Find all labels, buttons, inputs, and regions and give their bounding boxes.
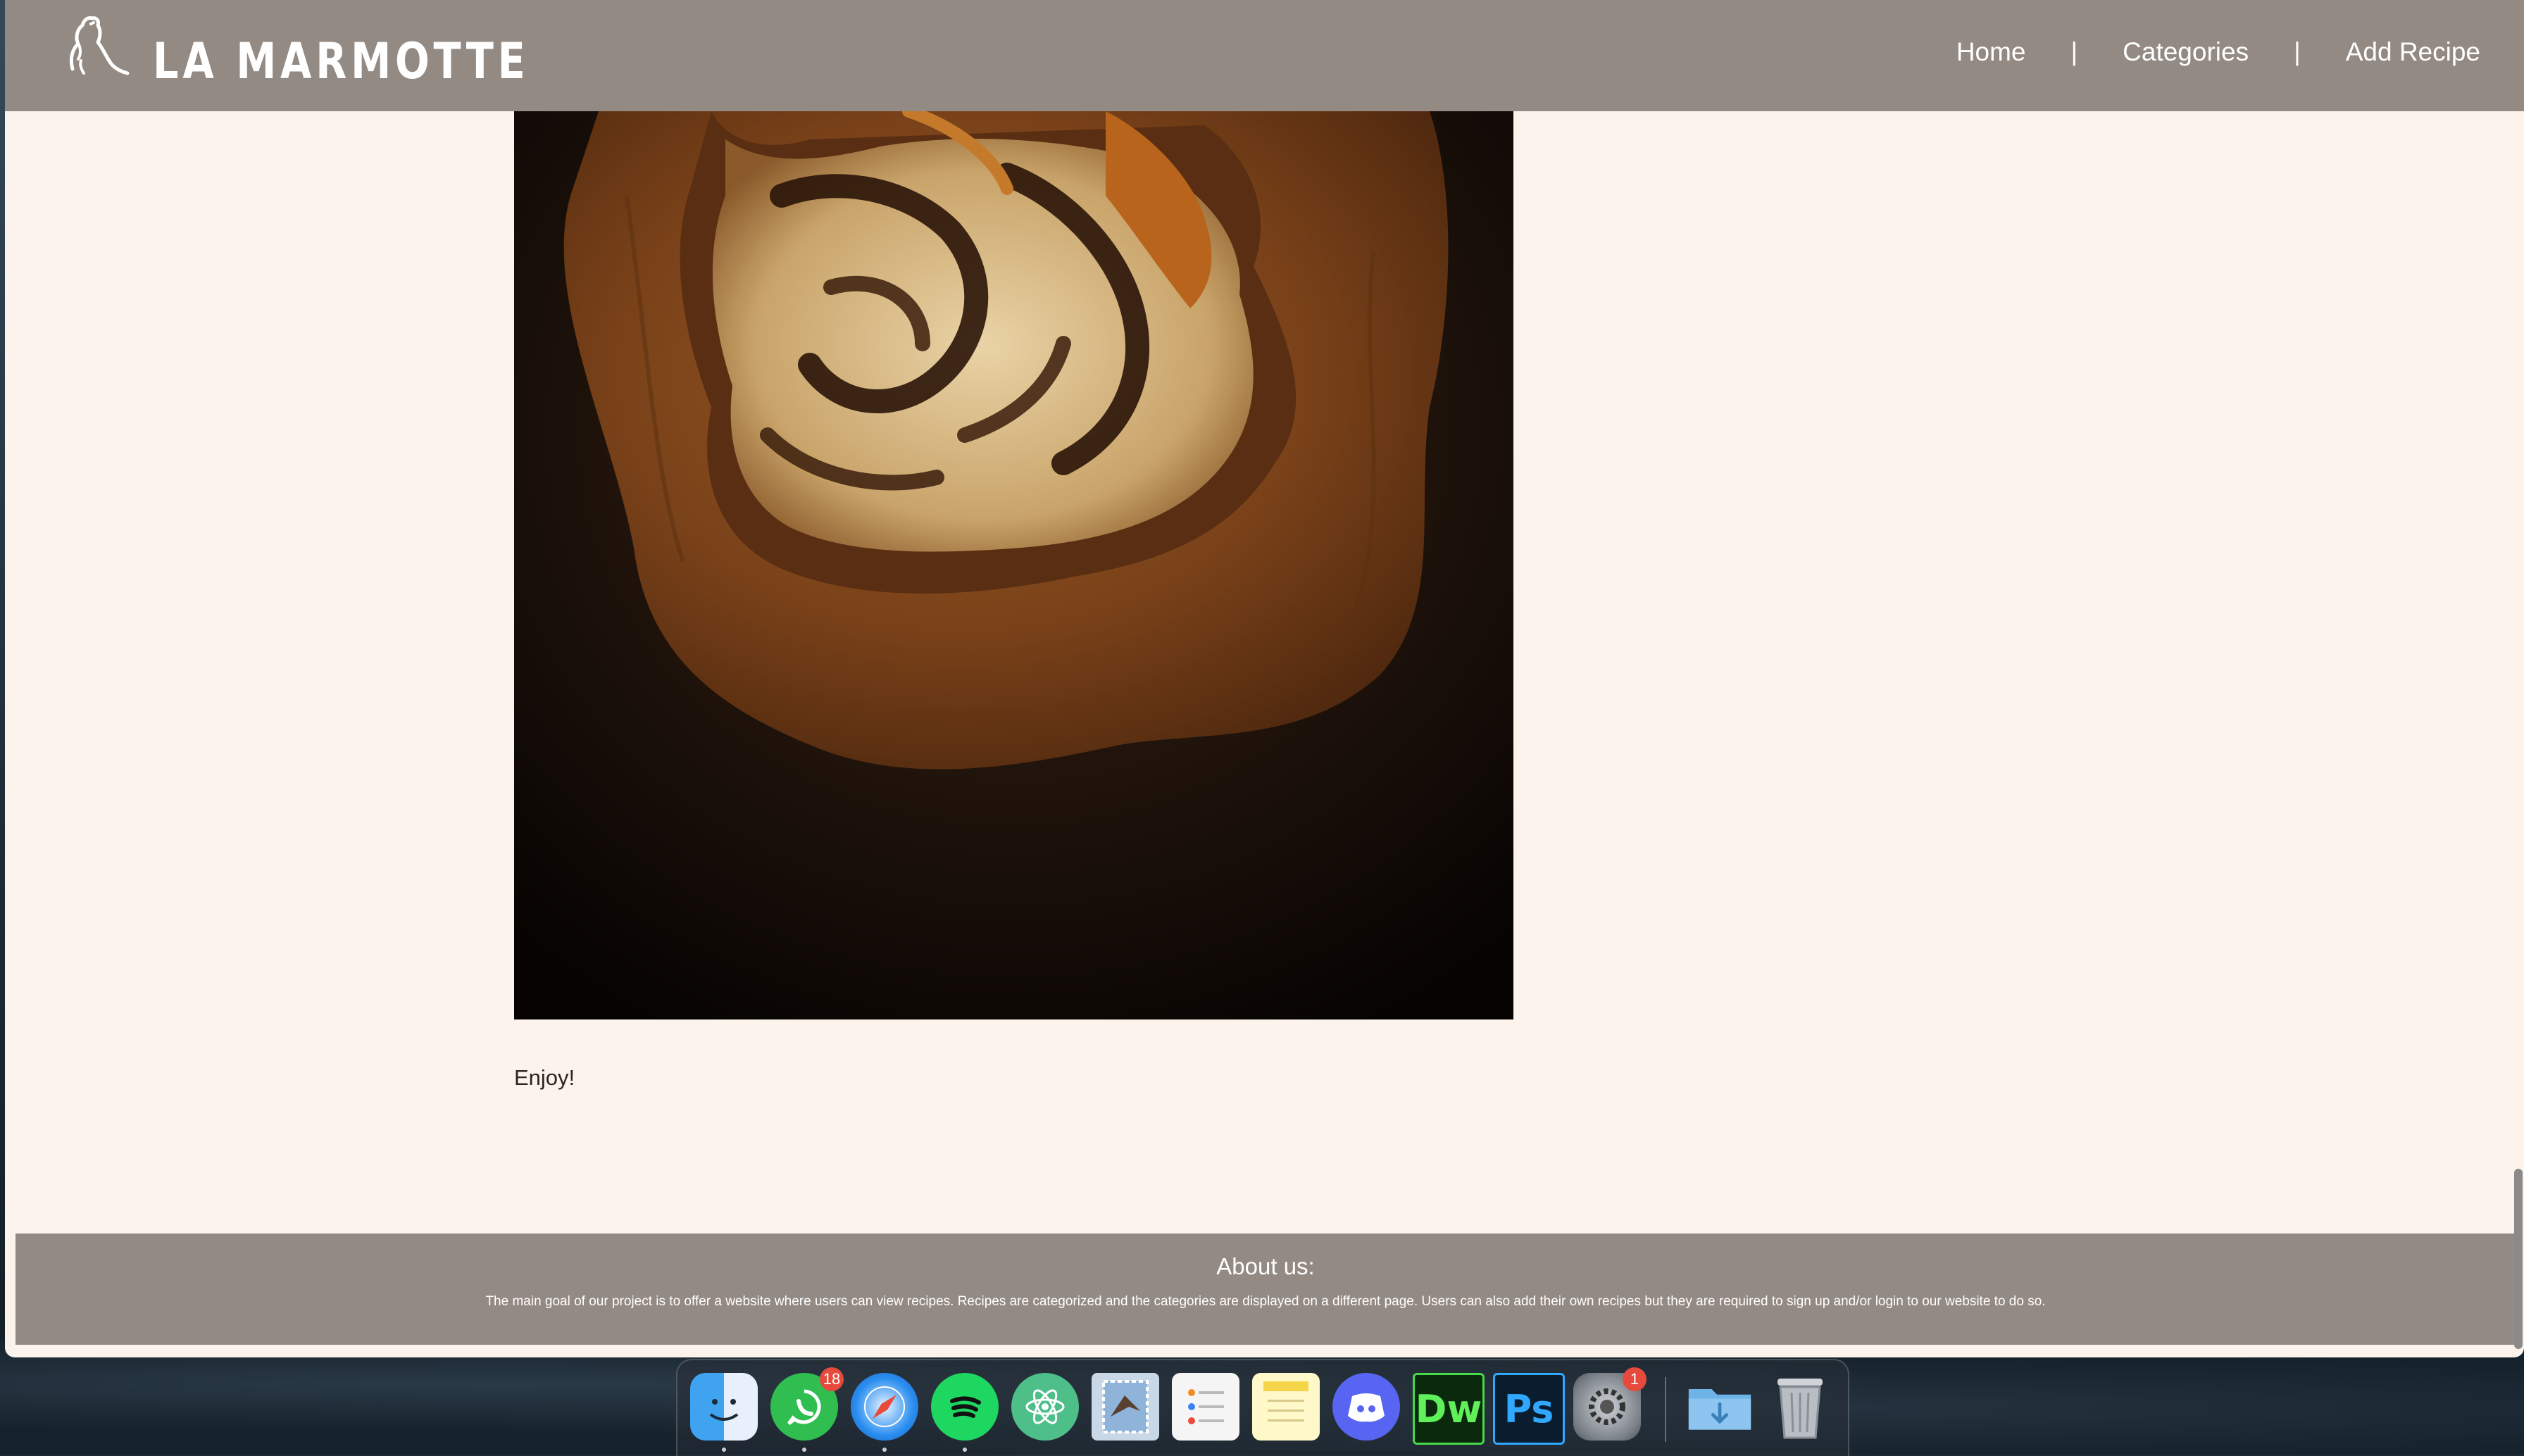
footer-title: About us: (1216, 1253, 1315, 1279)
recipe-closing-text: Enjoy! (514, 1065, 575, 1090)
reminders-icon[interactable] (1172, 1373, 1239, 1441)
safari-icon[interactable] (851, 1373, 918, 1441)
macos-dock: 18 Dw Ps 1 (676, 1359, 1849, 1456)
nav-categories-link[interactable]: Categories (2123, 37, 2249, 67)
spotify-icon[interactable] (931, 1373, 999, 1441)
site-brand[interactable]: LA MARMOTTE (153, 31, 530, 92)
nav-home-link[interactable]: Home (1956, 37, 2026, 67)
running-indicator (722, 1448, 726, 1452)
atom-icon[interactable] (1011, 1373, 1079, 1441)
running-indicator (882, 1448, 887, 1452)
babka-illustration (514, 111, 1513, 1019)
nav-separator: | (2294, 37, 2301, 66)
running-indicator (802, 1448, 806, 1452)
whatsapp-icon[interactable]: 18 (770, 1367, 844, 1441)
browser-window: LA MARMOTTE Home | Categories | Add Reci… (5, 0, 2524, 1357)
notification-badge: 18 (820, 1367, 844, 1391)
running-indicator (963, 1448, 967, 1452)
site-footer: About us: The main goal of our project i… (15, 1234, 2516, 1345)
notes-icon[interactable] (1252, 1373, 1320, 1441)
mail-stamp-icon[interactable] (1092, 1373, 1159, 1441)
recipe-photo-babka (514, 111, 1513, 1019)
dreamweaver-icon[interactable]: Dw (1413, 1373, 1485, 1445)
main-nav: Home | Categories | Add Recipe (1956, 32, 2480, 72)
trash-icon[interactable] (1766, 1373, 1834, 1441)
marmot-logo-icon[interactable] (60, 8, 137, 86)
discord-icon[interactable] (1332, 1373, 1400, 1441)
dock-divider (1665, 1377, 1666, 1442)
system-preferences-icon[interactable]: 1 (1573, 1367, 1647, 1441)
page-scrollbar[interactable] (2510, 1165, 2524, 1353)
photoshop-icon[interactable]: Ps (1493, 1373, 1565, 1445)
notification-badge: 1 (1623, 1367, 1647, 1391)
site-header: LA MARMOTTE Home | Categories | Add Reci… (5, 0, 2524, 111)
scrollbar-thumb[interactable] (2514, 1169, 2523, 1349)
finder-icon[interactable] (690, 1373, 758, 1441)
nav-add-recipe-link[interactable]: Add Recipe (2346, 37, 2480, 67)
downloads-folder-icon[interactable] (1686, 1373, 1754, 1441)
footer-about-text: The main goal of our project is to offer… (485, 1294, 2046, 1309)
nav-separator: | (2070, 37, 2078, 66)
